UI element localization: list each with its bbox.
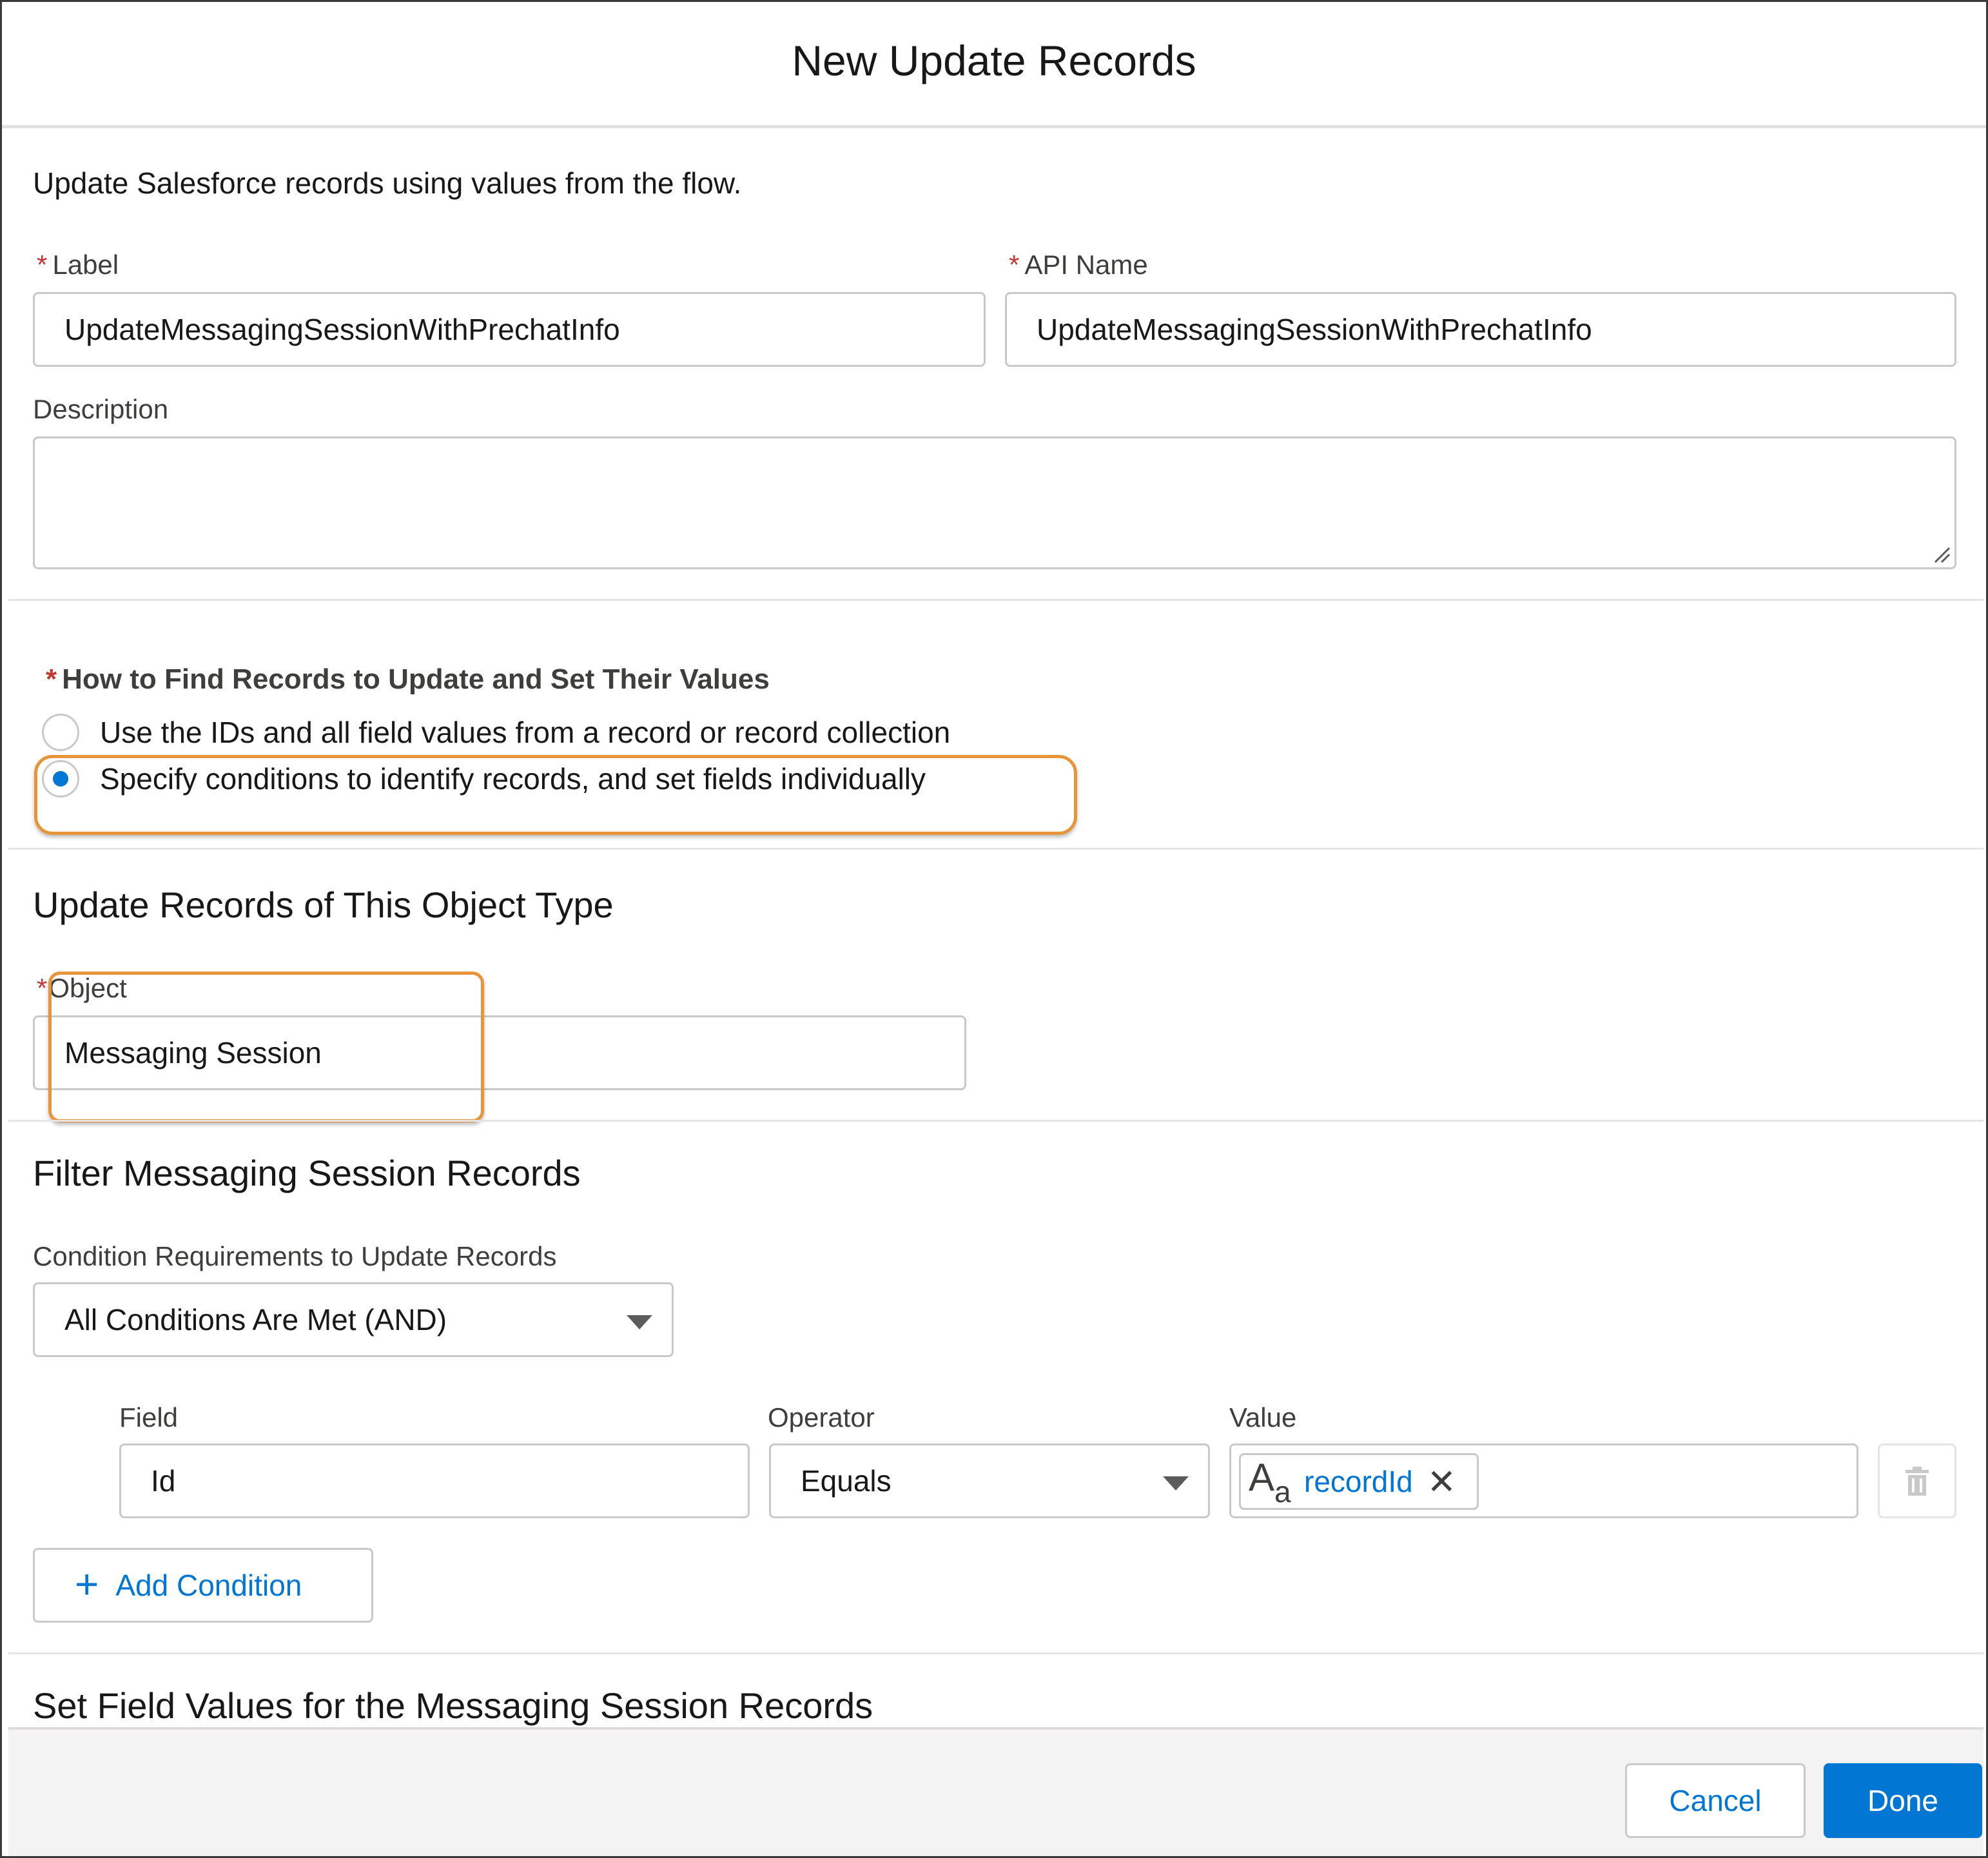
description-field-label: Description (33, 394, 169, 424)
section-divider (8, 1652, 1983, 1654)
label-field-label: * Label (37, 249, 119, 280)
highlight-annotation (34, 755, 1077, 835)
radio-use-ids[interactable] (42, 714, 79, 751)
done-button[interactable]: Done (1824, 1763, 1982, 1838)
required-marker: * (1009, 249, 1020, 280)
resource-pill-label: recordId (1304, 1465, 1413, 1498)
filter-heading: Filter Messaging Session Records (33, 1153, 581, 1193)
required-marker: * (46, 663, 57, 695)
section-divider (8, 1120, 1983, 1122)
trash-icon (1905, 1467, 1929, 1496)
required-marker: * (37, 249, 48, 280)
resource-pill[interactable]: Aa recordId ✕ (1239, 1453, 1479, 1510)
modal-footer: Cancel Done (8, 1727, 1983, 1856)
operator-column-label: Operator (768, 1402, 875, 1433)
description-textarea[interactable] (33, 436, 1956, 569)
add-condition-label: Add Condition (115, 1569, 302, 1602)
section-divider (8, 848, 1983, 850)
condition-field-input[interactable]: Id (119, 1443, 750, 1518)
find-records-heading: * How to Find Records to Update and Set T… (46, 663, 770, 696)
condition-requirements-label: Condition Requirements to Update Records (33, 1241, 557, 1271)
object-type-heading: Update Records of This Object Type (33, 885, 614, 925)
api-name-field-label: * API Name (1009, 249, 1148, 280)
radio-use-ids-label[interactable]: Use the IDs and all field values from a … (100, 715, 950, 750)
set-values-heading: Set Field Values for the Messaging Sessi… (33, 1685, 873, 1726)
section-divider (8, 599, 1983, 601)
chevron-down-icon (627, 1315, 652, 1329)
condition-value-input[interactable]: Aa recordId ✕ (1229, 1443, 1858, 1518)
close-icon[interactable]: ✕ (1427, 1462, 1456, 1502)
api-name-field-label-text: API Name (1024, 249, 1148, 280)
modal-header: New Update Records (2, 2, 1986, 128)
text-type-icon: Aa (1249, 1456, 1291, 1509)
find-records-heading-text: How to Find Records to Update and Set Th… (62, 663, 770, 695)
condition-requirements-value: All Conditions Are Met (AND) (64, 1303, 447, 1336)
label-field-label-text: Label (52, 249, 119, 280)
api-name-input[interactable]: UpdateMessagingSessionWithPrechatInfo (1005, 292, 1956, 367)
condition-operator-select[interactable]: Equals (769, 1443, 1210, 1518)
condition-operator-value: Equals (801, 1464, 892, 1498)
delete-condition-button[interactable] (1878, 1443, 1956, 1518)
cancel-button[interactable]: Cancel (1625, 1763, 1806, 1838)
highlight-annotation (48, 972, 484, 1122)
value-column-label: Value (1229, 1402, 1297, 1433)
modal-title: New Update Records (792, 36, 1196, 84)
intro-text: Update Salesforce records using values f… (33, 166, 742, 200)
required-marker: * (37, 973, 48, 1003)
label-input[interactable]: UpdateMessagingSessionWithPrechatInfo (33, 292, 986, 367)
add-condition-button[interactable]: + Add Condition (33, 1548, 373, 1623)
field-column-label: Field (119, 1402, 179, 1433)
chevron-down-icon (1163, 1476, 1189, 1491)
update-records-modal: New Update Records Update Salesforce rec… (0, 0, 1988, 1858)
condition-requirements-select[interactable]: All Conditions Are Met (AND) (33, 1282, 674, 1357)
plus-icon: + (75, 1561, 99, 1607)
resize-handle-icon[interactable] (1933, 545, 1951, 563)
